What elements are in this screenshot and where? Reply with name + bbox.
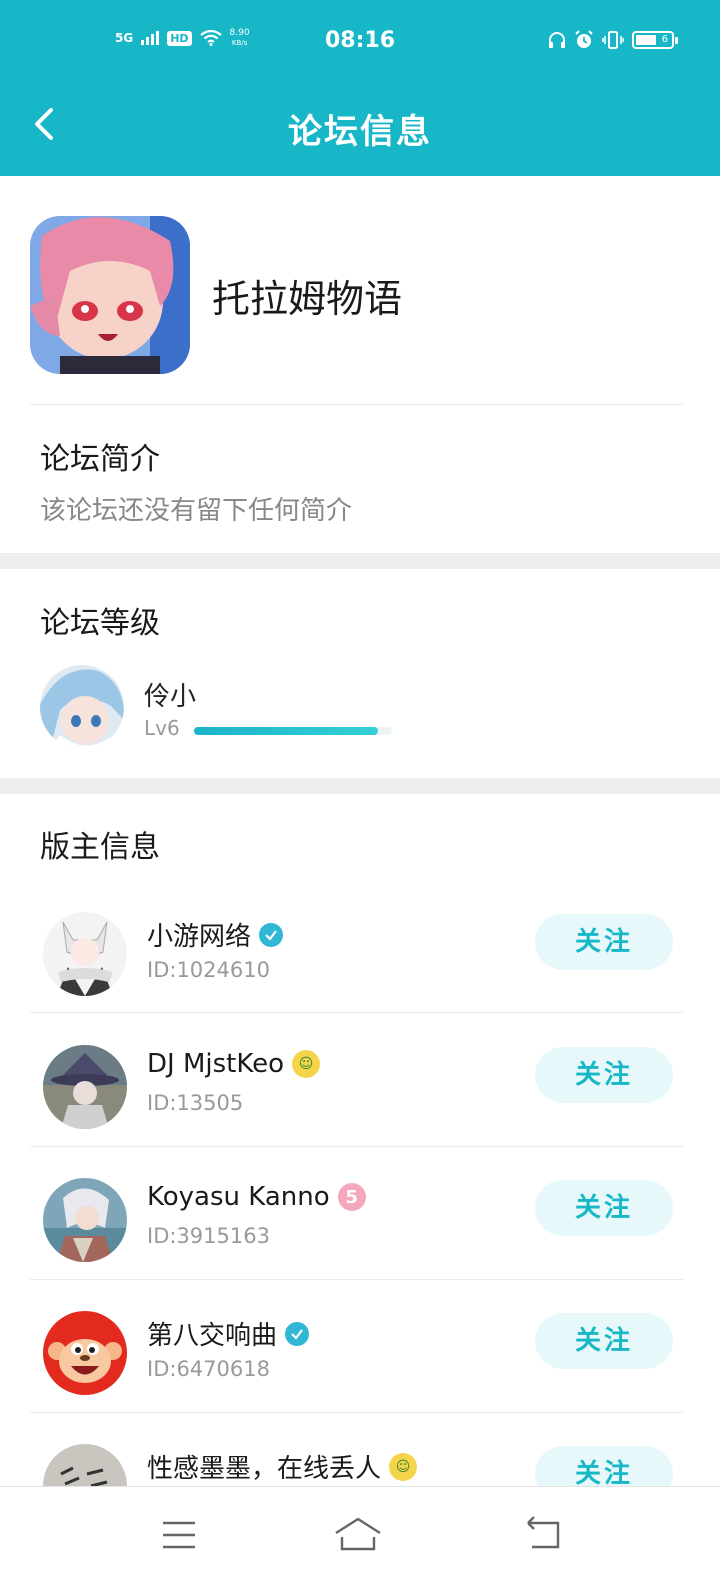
moderator-row[interactable]: 小游网络 ID:1024610 关注 bbox=[0, 896, 720, 1030]
follow-button[interactable]: 关注 bbox=[535, 1047, 673, 1103]
moderator-id: ID:13505 bbox=[147, 1091, 244, 1115]
moderator-row[interactable]: Koyasu Kanno 5 ID:3915163 关注 bbox=[0, 1162, 720, 1296]
avatar-badge-icon: ☺ bbox=[389, 1452, 418, 1481]
moderator-id: ID:3915163 bbox=[147, 1224, 270, 1248]
level-progress-bar bbox=[194, 727, 392, 735]
section-gap bbox=[0, 553, 720, 569]
status-right: 6 bbox=[548, 30, 678, 50]
moderator-name: 性感墨墨，在线丢人 ☺ bbox=[147, 1448, 418, 1485]
intro-title: 论坛简介 bbox=[40, 442, 160, 477]
vibrate-icon bbox=[602, 31, 624, 49]
moderator-id: ID:6470618 bbox=[147, 1357, 270, 1381]
moderator-name: 第八交响曲 bbox=[147, 1315, 310, 1352]
level-name: 伶小 bbox=[144, 682, 197, 712]
avatar-badge-icon: 5 bbox=[337, 1183, 366, 1211]
follow-button[interactable]: 关注 bbox=[535, 1313, 673, 1369]
divider bbox=[30, 1012, 684, 1013]
verified-badge-icon bbox=[285, 1321, 310, 1346]
moderator-name-text: 性感墨墨，在线丢人 bbox=[147, 1454, 382, 1484]
battery-icon: 6 bbox=[632, 31, 678, 49]
moderator-name-text: DJ MjstKeo bbox=[147, 1049, 285, 1079]
moderator-row[interactable]: 第八交响曲 ID:6470618 关注 bbox=[0, 1295, 720, 1429]
level-avatar bbox=[40, 665, 124, 749]
moderator-avatar[interactable] bbox=[43, 1311, 127, 1395]
moderator-name: DJ MjstKeo ☺ bbox=[147, 1049, 321, 1079]
home-icon[interactable] bbox=[332, 1511, 384, 1559]
moderator-name-text: 第八交响曲 bbox=[147, 1321, 278, 1351]
headphones-icon bbox=[549, 32, 565, 48]
moderator-avatar[interactable] bbox=[43, 1178, 127, 1262]
alarm-icon bbox=[575, 30, 593, 48]
divider bbox=[30, 1279, 684, 1280]
moderator-id: ID:1024610 bbox=[147, 958, 270, 982]
system-nav-bar bbox=[0, 1486, 720, 1585]
divider bbox=[30, 1412, 684, 1413]
moderator-name-text: Koyasu Kanno bbox=[147, 1182, 330, 1212]
forum-name: 托拉姆物语 bbox=[212, 277, 403, 321]
moderator-avatar[interactable] bbox=[43, 1045, 127, 1129]
page-title: 论坛信息 bbox=[288, 112, 432, 152]
forum-cover-image bbox=[30, 216, 190, 374]
divider bbox=[30, 404, 684, 405]
status-bar: 5G HD 8.90 KB/s 08:16 6 bbox=[0, 0, 720, 84]
moderator-avatar[interactable] bbox=[43, 912, 127, 996]
level-progress-fill bbox=[194, 727, 379, 735]
battery-level: 6 bbox=[661, 34, 668, 45]
moderator-name: 小游网络 bbox=[147, 916, 284, 953]
moderator-name-text: 小游网络 bbox=[147, 922, 252, 952]
follow-button[interactable]: 关注 bbox=[535, 914, 673, 970]
back-icon[interactable] bbox=[520, 1511, 568, 1559]
level-title: 论坛等级 bbox=[40, 606, 160, 641]
app-header: 论坛信息 bbox=[0, 84, 720, 176]
menu-icon[interactable] bbox=[155, 1511, 203, 1559]
divider bbox=[30, 1146, 684, 1147]
forum-header: 托拉姆物语 bbox=[0, 176, 720, 404]
section-gap bbox=[0, 778, 720, 794]
intro-text: 该论坛还没有留下任何简介 bbox=[40, 496, 353, 526]
verified-badge-icon bbox=[259, 922, 284, 947]
level-tag: Lv6 bbox=[144, 716, 180, 740]
follow-button[interactable]: 关注 bbox=[535, 1180, 673, 1236]
moderator-row[interactable]: DJ MjstKeo ☺ ID:13505 关注 bbox=[0, 1029, 720, 1163]
top-bar: 5G HD 8.90 KB/s 08:16 6 论坛信息 bbox=[0, 0, 720, 176]
moderators-title: 版主信息 bbox=[40, 830, 160, 865]
moderator-name: Koyasu Kanno 5 bbox=[147, 1182, 366, 1212]
avatar-badge-icon: ☺ bbox=[292, 1050, 321, 1078]
